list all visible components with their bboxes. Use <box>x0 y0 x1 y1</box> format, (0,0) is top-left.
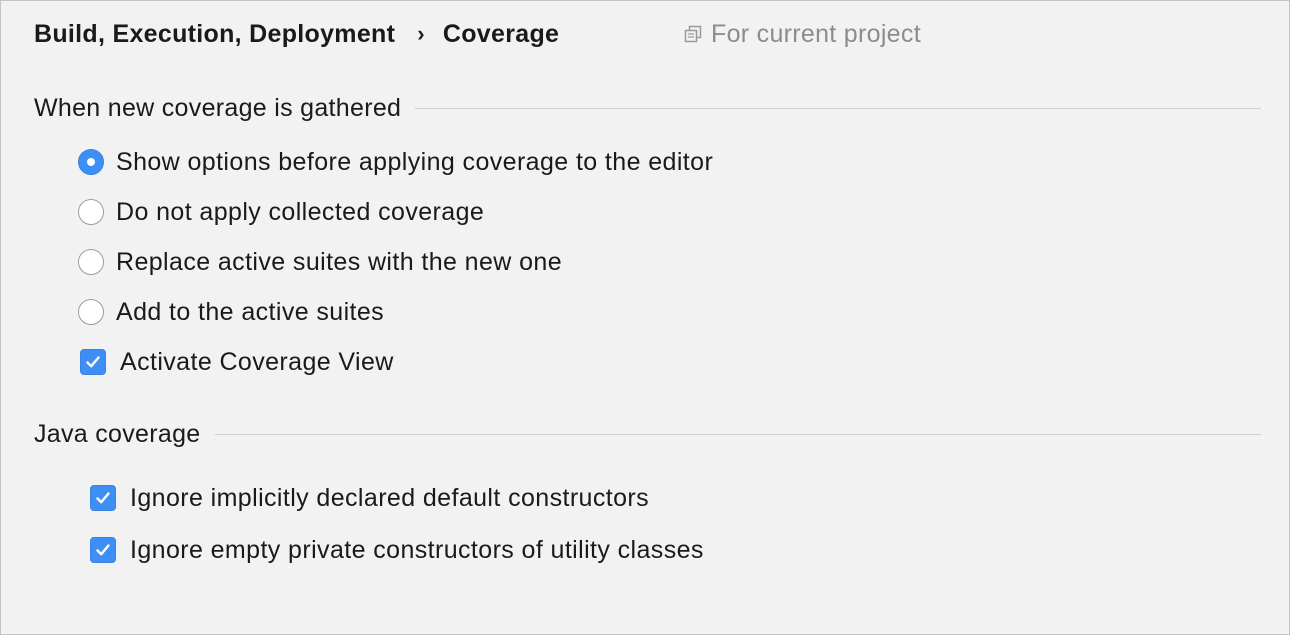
section-gathered: When new coverage is gathered <box>34 91 1261 125</box>
checkbox-label: Ignore empty private constructors of uti… <box>130 535 704 564</box>
scope-label: For current project <box>711 19 921 48</box>
radio-button[interactable] <box>78 249 104 275</box>
checkbox-activate-coverage-view[interactable]: Activate Coverage View <box>80 345 394 379</box>
radio-label: Replace active suites with the new one <box>116 247 562 276</box>
radio-do-not-apply[interactable]: Do not apply collected coverage <box>78 195 484 229</box>
radio-button[interactable] <box>78 299 104 325</box>
section-java-title: Java coverage <box>34 419 201 448</box>
radio-label: Show options before applying coverage to… <box>116 147 714 176</box>
checkbox-label: Ignore implicitly declared default const… <box>130 483 650 512</box>
radio-add-to-active[interactable]: Add to the active suites <box>78 295 384 329</box>
breadcrumb: Build, Execution, Deployment › Coverage <box>34 17 559 51</box>
project-scope-icon <box>684 25 702 43</box>
checkmark-icon <box>96 544 110 556</box>
section-java: Java coverage <box>34 417 1261 451</box>
checkbox-checked[interactable] <box>90 537 116 563</box>
scope-indicator: For current project <box>684 17 921 51</box>
section-divider <box>415 107 1261 109</box>
checkbox-checked[interactable] <box>80 349 106 375</box>
checkbox-label: Activate Coverage View <box>120 347 394 376</box>
section-divider <box>214 433 1261 435</box>
breadcrumb-parent[interactable]: Build, Execution, Deployment <box>34 20 395 49</box>
radio-button-selected[interactable] <box>78 149 104 175</box>
checkbox-checked[interactable] <box>90 485 116 511</box>
radio-button[interactable] <box>78 199 104 225</box>
radio-label: Add to the active suites <box>116 297 385 326</box>
radio-show-options[interactable]: Show options before applying coverage to… <box>78 145 713 179</box>
checkmark-icon <box>86 356 100 368</box>
checkbox-ignore-private-constructors[interactable]: Ignore empty private constructors of uti… <box>90 533 704 567</box>
radio-replace-active[interactable]: Replace active suites with the new one <box>78 245 562 279</box>
page-title: Coverage <box>442 19 560 48</box>
chevron-right-icon: › <box>417 21 425 46</box>
settings-panel: Build, Execution, Deployment › Coverage … <box>0 0 1290 635</box>
checkbox-ignore-default-constructors[interactable]: Ignore implicitly declared default const… <box>90 481 649 515</box>
section-gathered-title: When new coverage is gathered <box>34 93 402 122</box>
checkmark-icon <box>96 492 110 504</box>
radio-label: Do not apply collected coverage <box>116 197 485 226</box>
